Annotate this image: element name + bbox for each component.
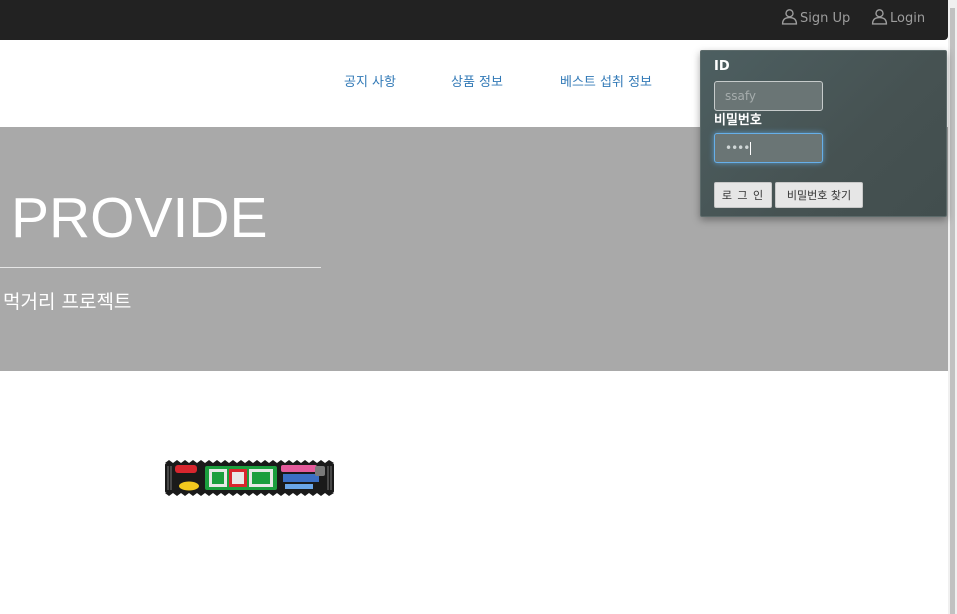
user-icon — [871, 8, 888, 29]
product-image[interactable] — [165, 460, 334, 496]
hero-title: PROVIDE — [11, 186, 268, 250]
scrollbar-thumb[interactable] — [950, 8, 955, 614]
text-cursor — [750, 141, 752, 155]
password-input[interactable]: •••• — [714, 133, 823, 163]
nav-item-best-intake[interactable]: 베스트 섭취 정보 — [560, 71, 652, 90]
id-label: ID — [714, 59, 730, 74]
hero-divider — [0, 267, 321, 268]
hero-subtitle: 먹거리 프로젝트 — [3, 291, 132, 313]
login-label: Login — [890, 10, 926, 26]
id-input[interactable]: ssafy — [714, 81, 823, 111]
signup-label: Sign Up — [800, 10, 851, 26]
password-label: 비밀번호 — [714, 113, 762, 128]
login-dropdown: ID ssafy 비밀번호 •••• 로 그 인 비밀번호 찾기 — [700, 50, 947, 217]
top-navbar: Sign Up Login — [0, 0, 948, 40]
find-password-button[interactable]: 비밀번호 찾기 — [775, 182, 863, 208]
login-link[interactable]: Login — [871, 8, 925, 28]
user-icon — [781, 8, 798, 29]
password-value: •••• — [725, 141, 750, 155]
nav-item-products[interactable]: 상품 정보 — [451, 71, 503, 90]
nav-item-notice[interactable]: 공지 사항 — [344, 71, 396, 90]
login-button[interactable]: 로 그 인 — [714, 182, 772, 208]
signup-link[interactable]: Sign Up — [781, 8, 850, 28]
id-placeholder: ssafy — [725, 89, 756, 103]
